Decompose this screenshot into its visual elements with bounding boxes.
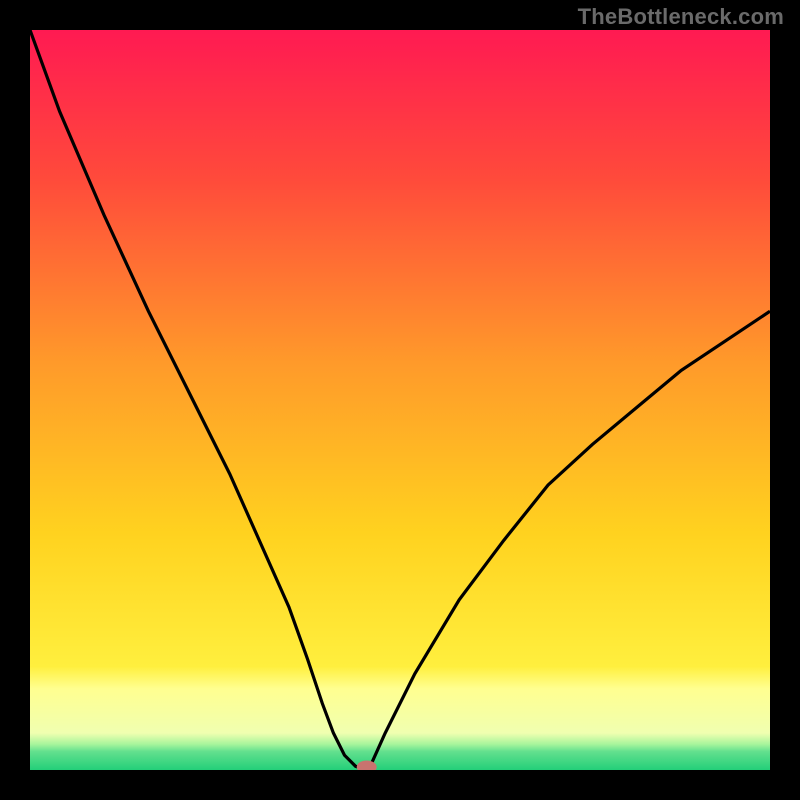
plot-background — [30, 30, 770, 770]
watermark-text: TheBottleneck.com — [578, 4, 784, 30]
chart-frame: TheBottleneck.com — [0, 0, 800, 800]
bottleneck-plot — [30, 30, 770, 770]
